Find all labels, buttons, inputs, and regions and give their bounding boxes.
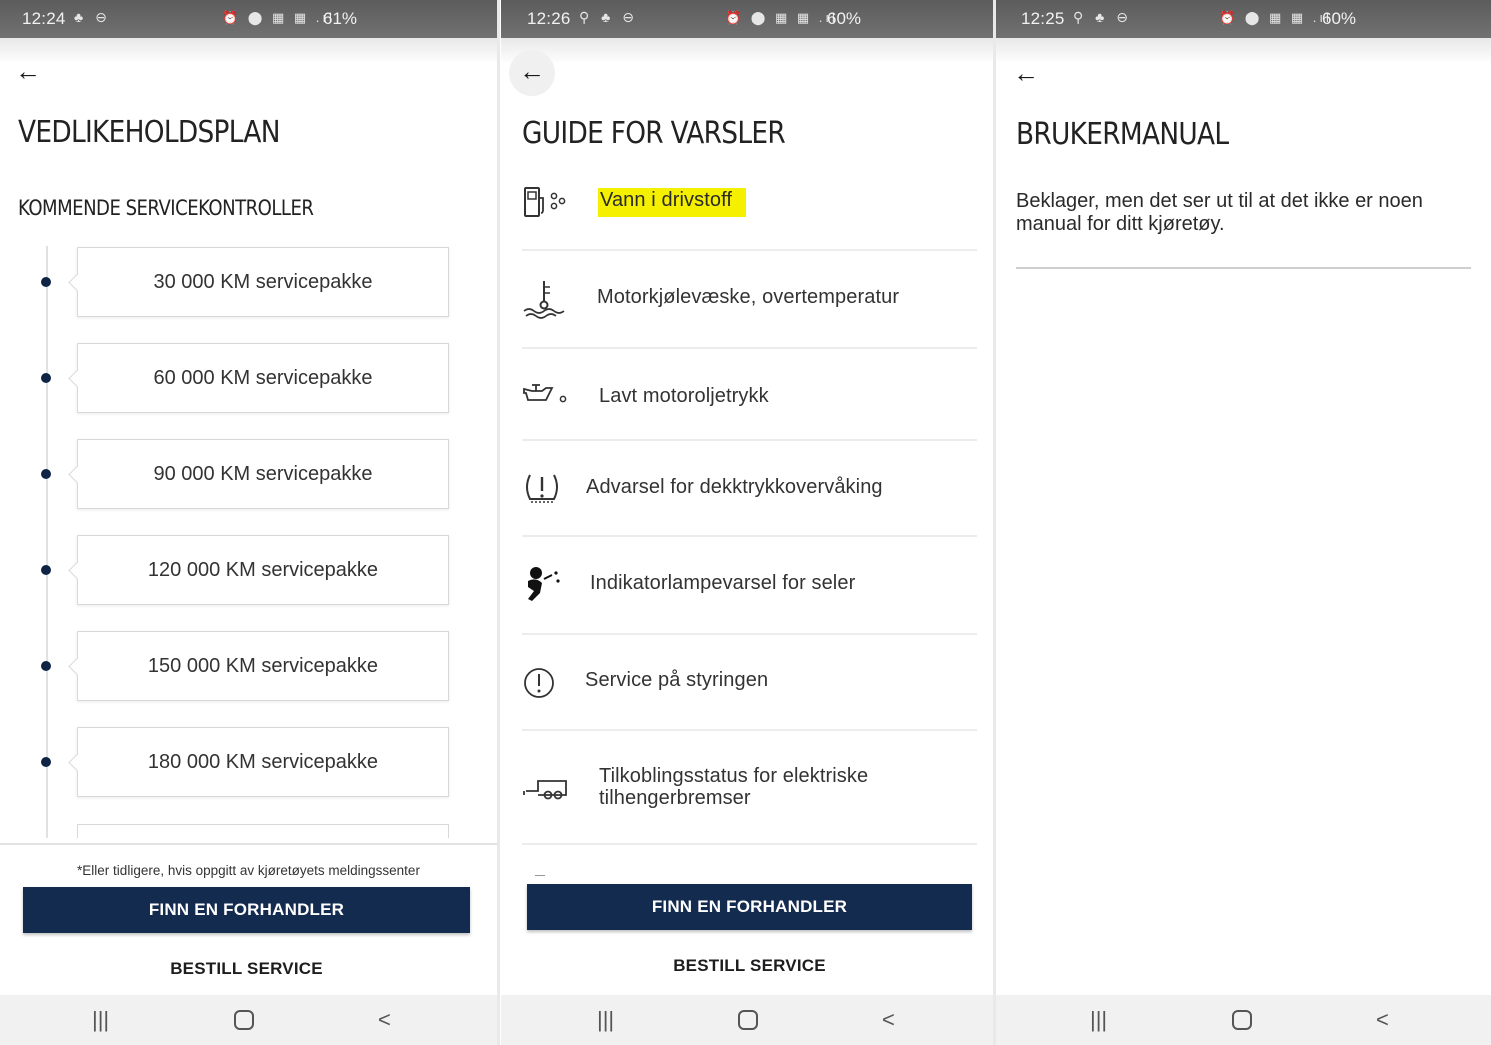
service-timeline-item: 30 000 KM servicepakke bbox=[30, 247, 470, 317]
warning-label-highlighted: Vann i drivstoff bbox=[598, 188, 747, 217]
list-item-partial bbox=[535, 875, 545, 876]
panel-divider bbox=[497, 0, 500, 1045]
service-package-card[interactable]: 150 000 KM servicepakke bbox=[77, 631, 449, 701]
exclamation-circle-icon bbox=[524, 668, 554, 698]
page-title: BRUKERMANUAL bbox=[1016, 117, 1229, 152]
warning-label: Advarsel for dekktrykkovervåking bbox=[586, 476, 883, 498]
home-icon[interactable] bbox=[1232, 1010, 1252, 1030]
service-package-card[interactable]: 180 000 KM servicepakke bbox=[77, 727, 449, 797]
warning-label: Tilkoblingsstatus for elektriske tilheng… bbox=[599, 765, 869, 809]
status-time: 12:25 bbox=[1021, 9, 1065, 28]
service-package-card[interactable]: 30 000 KM servicepakke bbox=[77, 247, 449, 317]
warning-label: Service på styringen bbox=[585, 669, 769, 691]
back-arrow-icon[interactable]: ← bbox=[11, 56, 45, 90]
warning-list-item[interactable]: Tilkoblingsstatus for elektriske tilheng… bbox=[522, 731, 977, 845]
system-icons: ⏰ ⬤ ▦ ▦ .ıl bbox=[222, 10, 335, 25]
footnote: *Eller tidligere, hvis oppgitt av kjøret… bbox=[77, 863, 420, 878]
warning-label: Indikatorlampevarsel for seler bbox=[590, 572, 856, 594]
service-timeline-item: 90 000 KM servicepakke bbox=[30, 439, 470, 509]
back-arrow-icon[interactable]: ← bbox=[1009, 58, 1043, 92]
maintenance-plan-screen: 12:24 ♣ ⊖ ⏰ ⬤ ▦ ▦ .ıl 61% ← VEDLIKEHOLDS… bbox=[0, 0, 497, 1045]
warning-label: Motorkjølevæske, overtemperatur bbox=[597, 286, 900, 308]
status-bar: 12:26 ⚲ ♣ ⊖ ⏰ ⬤ ▦ ▦ .ıl 60% bbox=[501, 0, 994, 38]
system-nav-bar: ||| < bbox=[0, 995, 497, 1045]
header-shadow bbox=[996, 38, 1491, 64]
warning-label: Lavt motoroljetrykk bbox=[599, 385, 769, 407]
home-icon[interactable] bbox=[234, 1010, 254, 1030]
timeline-dot bbox=[41, 277, 51, 287]
find-dealer-button[interactable]: FINN EN FORHANDLER bbox=[527, 884, 972, 930]
nav-back-icon[interactable]: < bbox=[378, 1007, 391, 1033]
battery-level: 61% bbox=[323, 9, 358, 28]
system-nav-bar: ||| < bbox=[996, 995, 1491, 1045]
empty-state-message: Beklager, men det ser ut til at det ikke… bbox=[1016, 190, 1423, 235]
warning-list-item[interactable]: Motorkjølevæske, overtemperatur bbox=[522, 251, 977, 349]
user-manual-screen: 12:25 ⚲ ♣ ⊖ ⏰ ⬤ ▦ ▦ .ıl 60% ← BRUKERMANU… bbox=[996, 0, 1491, 1045]
header-shadow bbox=[501, 38, 994, 64]
status-time: 12:26 bbox=[527, 9, 571, 28]
action-sheet: *Eller tidligere, hvis oppgitt av kjøret… bbox=[0, 843, 497, 995]
action-sheet: FINN EN FORHANDLER BESTILL SERVICE bbox=[501, 878, 994, 995]
notification-icons: ⚲ ♣ ⊖ bbox=[1073, 9, 1132, 25]
back-arrow-icon[interactable]: ← bbox=[509, 50, 555, 96]
notification-icons: ♣ ⊖ bbox=[74, 9, 111, 25]
section-heading: KOMMENDE SERVICEKONTROLLER bbox=[18, 196, 314, 220]
trailer-icon bbox=[523, 780, 567, 800]
notification-icons: ⚲ ♣ ⊖ bbox=[579, 9, 638, 25]
timeline-dot bbox=[41, 565, 51, 575]
airbag-seatbelt-icon bbox=[528, 567, 560, 601]
battery-level: 60% bbox=[1322, 9, 1357, 28]
service-package-card-partial[interactable] bbox=[77, 824, 449, 838]
nav-back-icon[interactable]: < bbox=[1376, 1007, 1389, 1033]
page-title: VEDLIKEHOLDSPLAN bbox=[18, 115, 280, 150]
page-title: GUIDE FOR VARSLER bbox=[522, 116, 786, 151]
status-bar: 12:24 ♣ ⊖ ⏰ ⬤ ▦ ▦ .ıl 61% bbox=[0, 0, 497, 38]
service-timeline-item: 150 000 KM servicepakke bbox=[30, 631, 470, 701]
tire-pressure-icon bbox=[526, 474, 558, 503]
warning-list-item[interactable]: Indikatorlampevarsel for seler bbox=[522, 537, 977, 635]
timeline-dot bbox=[41, 661, 51, 671]
recent-apps-icon[interactable]: ||| bbox=[92, 1007, 109, 1033]
service-timeline-item: 180 000 KM servicepakke bbox=[30, 727, 470, 797]
timeline-dot bbox=[41, 373, 51, 383]
service-timeline-item: 60 000 KM servicepakke bbox=[30, 343, 470, 413]
status-time: 12:24 bbox=[22, 9, 66, 28]
service-package-card[interactable]: 60 000 KM servicepakke bbox=[77, 343, 449, 413]
status-bar: 12:25 ⚲ ♣ ⊖ ⏰ ⬤ ▦ ▦ .ıl 60% bbox=[996, 0, 1491, 38]
warning-list-item[interactable]: Vann i drivstoff bbox=[522, 170, 977, 251]
warning-list-item[interactable]: Service på styringen bbox=[522, 635, 977, 731]
system-icons: ⏰ ⬤ ▦ ▦ .ıl bbox=[1219, 10, 1332, 25]
coolant-temperature-icon bbox=[523, 281, 565, 319]
book-service-button[interactable]: BESTILL SERVICE bbox=[527, 956, 972, 976]
service-timeline-item: 120 000 KM servicepakke bbox=[30, 535, 470, 605]
warning-guide-screen: 12:26 ⚲ ♣ ⊖ ⏰ ⬤ ▦ ▦ .ıl 60% ← GUIDE FOR … bbox=[501, 0, 994, 1045]
timeline-dot bbox=[41, 757, 51, 767]
find-dealer-button[interactable]: FINN EN FORHANDLER bbox=[23, 887, 470, 933]
fuel-water-icon bbox=[524, 187, 566, 217]
service-package-card[interactable]: 120 000 KM servicepakke bbox=[77, 535, 449, 605]
recent-apps-icon[interactable]: ||| bbox=[597, 1007, 614, 1033]
warning-list-item[interactable]: Lavt motoroljetrykk bbox=[522, 349, 977, 441]
system-icons: ⏰ ⬤ ▦ ▦ .ıl bbox=[725, 10, 838, 25]
service-package-card[interactable]: 90 000 KM servicepakke bbox=[77, 439, 449, 509]
warning-list-item[interactable]: Advarsel for dekktrykkovervåking bbox=[522, 441, 977, 537]
home-icon[interactable] bbox=[738, 1010, 758, 1030]
timeline-dot bbox=[41, 469, 51, 479]
book-service-button[interactable]: BESTILL SERVICE bbox=[23, 959, 470, 979]
battery-level: 60% bbox=[827, 9, 862, 28]
recent-apps-icon[interactable]: ||| bbox=[1090, 1007, 1107, 1033]
header-shadow bbox=[0, 38, 497, 64]
system-nav-bar: ||| < bbox=[501, 995, 994, 1045]
separator bbox=[1016, 267, 1471, 269]
nav-back-icon[interactable]: < bbox=[882, 1007, 895, 1033]
oil-can-icon bbox=[523, 384, 567, 403]
